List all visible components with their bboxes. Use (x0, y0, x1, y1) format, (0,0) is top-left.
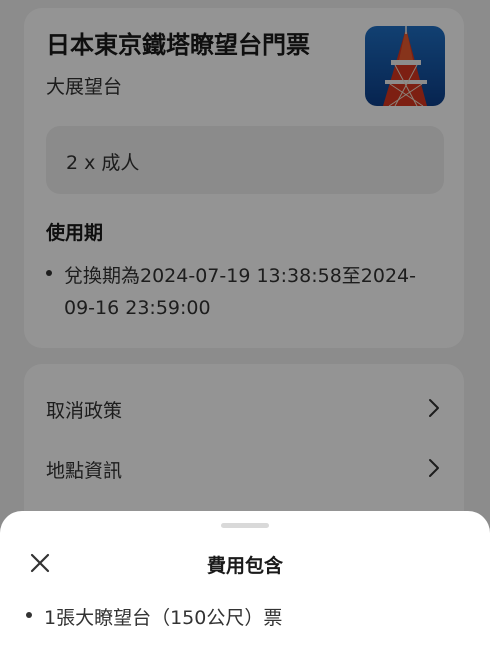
sheet-title: 費用包含 (206, 555, 283, 577)
fee-includes-sheet: 費用包含 1張大瞭望台（150公尺）票 (0, 511, 490, 651)
drag-handle[interactable] (221, 523, 269, 528)
bullet-icon (26, 612, 32, 618)
included-item-text: 1張大瞭望台（150公尺）票 (44, 607, 283, 629)
